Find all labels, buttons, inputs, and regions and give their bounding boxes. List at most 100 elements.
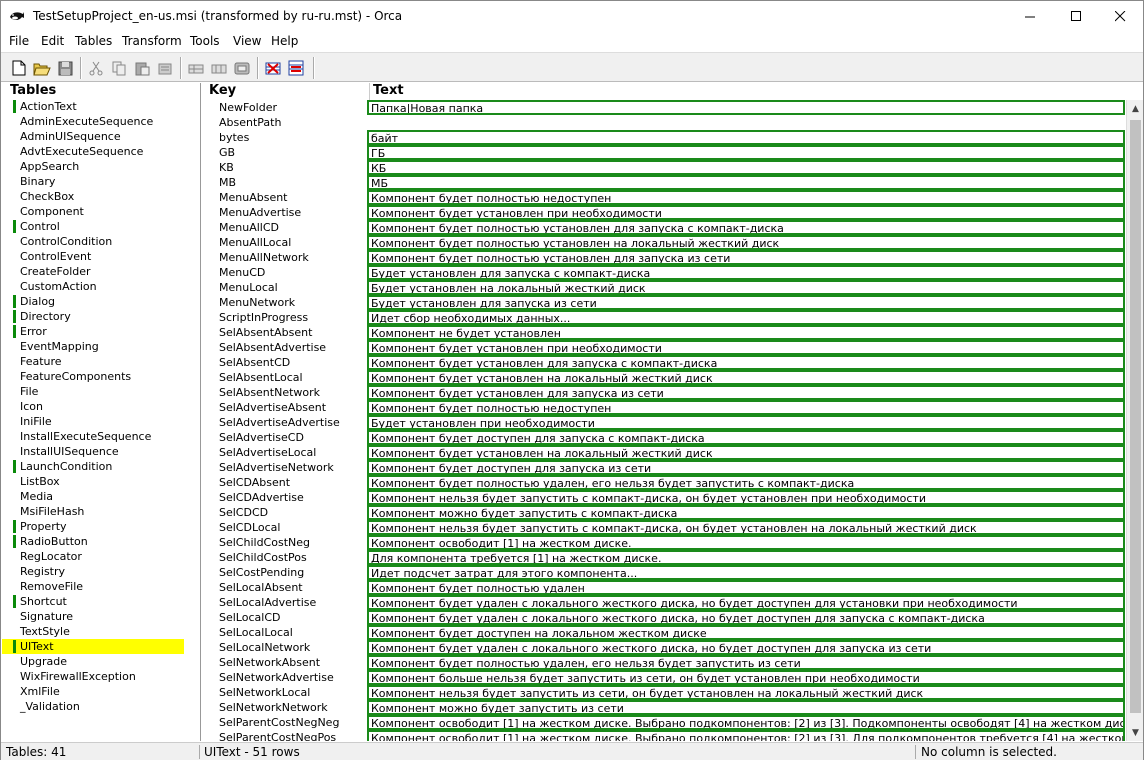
vertical-scrollbar[interactable]: ▲ ▼ xyxy=(1126,100,1143,741)
table-list-item[interactable]: RemoveFile xyxy=(2,579,184,594)
table-row[interactable]: SelCDAdvertise Компонент нельзя будет зап… xyxy=(203,490,1125,505)
table-row[interactable]: SelLocalLocal Компонент будет доступен на… xyxy=(203,625,1125,640)
key-cell[interactable]: SelLocalAdvertise xyxy=(219,595,316,610)
table-list-item[interactable]: Registry xyxy=(2,564,184,579)
key-cell[interactable]: SelParentCostNegNeg xyxy=(219,715,339,730)
text-cell[interactable]: Будет установлен для запуска с компакт-д… xyxy=(367,265,1125,280)
key-cell[interactable]: NewFolder xyxy=(219,100,277,115)
table-list-item[interactable]: File xyxy=(2,384,184,399)
text-cell[interactable]: Компонент не будет установлен xyxy=(367,325,1125,340)
table-row[interactable]: KB КБ xyxy=(203,160,1125,175)
menu-view[interactable]: View xyxy=(233,34,261,48)
table-row[interactable]: MenuLocal Будет установлен на локальный ж… xyxy=(203,280,1125,295)
table-list-item[interactable]: CustomAction xyxy=(2,279,184,294)
text-cell[interactable]: Компонент больше нельзя будет запустить … xyxy=(367,670,1125,685)
table-list-item[interactable]: CreateFolder xyxy=(2,264,184,279)
table-list-item[interactable]: InstallUISequence xyxy=(2,444,184,459)
menu-help[interactable]: Help xyxy=(271,34,298,48)
maximize-button[interactable] xyxy=(1053,1,1099,32)
text-cell[interactable]: Компонент будет доступен на локальном же… xyxy=(367,625,1125,640)
text-cell[interactable]: Компонент будет полностью установлен на … xyxy=(367,235,1125,250)
scroll-down-arrow-icon[interactable]: ▼ xyxy=(1127,724,1143,741)
table-list-item[interactable]: Icon xyxy=(2,399,184,414)
table-list-item[interactable]: RegLocator xyxy=(2,549,184,564)
table-list-item[interactable]: Dialog xyxy=(2,294,184,309)
table-row[interactable]: MB МБ xyxy=(203,175,1125,190)
table-row[interactable]: MenuAllLocal Компонент будет полностью ус… xyxy=(203,235,1125,250)
delete-button[interactable] xyxy=(156,59,174,77)
text-cell[interactable]: Компонент будет полностью удален, его не… xyxy=(367,475,1125,490)
table-list-item[interactable]: AppSearch xyxy=(2,159,184,174)
table-list-item[interactable]: ControlCondition xyxy=(2,234,184,249)
menu-transform[interactable]: Transform xyxy=(122,34,182,48)
text-cell[interactable]: Компонент будет установлен при необходим… xyxy=(367,205,1125,220)
key-cell[interactable]: MenuLocal xyxy=(219,280,278,295)
text-cell[interactable]: ГБ xyxy=(367,145,1125,160)
text-cell[interactable]: Компонент будет установлен для запуска и… xyxy=(367,385,1125,400)
table-row[interactable]: SelNetworkNetwork Компонент можно будет з… xyxy=(203,700,1125,715)
text-cell[interactable]: Компонент нельзя будет запустить из сети… xyxy=(367,685,1125,700)
table-row[interactable]: SelParentCostNegPos Компонент освободит [… xyxy=(203,730,1125,741)
table-list-item[interactable]: RadioButton xyxy=(2,534,184,549)
table-list-item[interactable]: AdminExecuteSequence xyxy=(2,114,184,129)
text-cell[interactable]: Идет сбор необходимых данных... xyxy=(367,310,1125,325)
key-cell[interactable]: SelAdvertiseNetwork xyxy=(219,460,334,475)
table-row[interactable]: SelAbsentCD Компонент будет установлен дл… xyxy=(203,355,1125,370)
key-cell[interactable]: SelCostPending xyxy=(219,565,304,580)
key-cell[interactable]: SelAbsentNetwork xyxy=(219,385,320,400)
text-cell[interactable]: Компонент будет установлен на локальный … xyxy=(367,445,1125,460)
table-list-item[interactable]: XmlFile xyxy=(2,684,184,699)
table-list-item[interactable]: LaunchCondition xyxy=(2,459,184,474)
key-cell[interactable]: KB xyxy=(219,160,234,175)
key-cell[interactable]: SelParentCostNegPos xyxy=(219,730,336,741)
table-row[interactable]: SelAdvertiseAbsent Компонент будет полнос… xyxy=(203,400,1125,415)
text-cell[interactable]: Компонент можно будет запустить из сети xyxy=(367,700,1125,715)
text-cell[interactable]: Компонент можно будет запустить с компак… xyxy=(367,505,1125,520)
key-cell[interactable]: SelCDAdvertise xyxy=(219,490,304,505)
key-cell[interactable]: MenuAllNetwork xyxy=(219,250,309,265)
text-cell[interactable]: Компонент будет удален с локального жест… xyxy=(367,640,1125,655)
key-cell[interactable]: MB xyxy=(219,175,236,190)
key-cell[interactable]: SelNetworkAbsent xyxy=(219,655,320,670)
key-cell[interactable]: SelLocalAbsent xyxy=(219,580,303,595)
table-row[interactable]: SelNetworkAdvertise Компонент больше нель… xyxy=(203,670,1125,685)
table-row[interactable]: SelAdvertiseNetwork Компонент будет досту… xyxy=(203,460,1125,475)
key-cell[interactable]: SelAbsentCD xyxy=(219,355,290,370)
table-row[interactable]: SelLocalNetwork Компонент будет удален с … xyxy=(203,640,1125,655)
table-row[interactable]: ScriptInProgress Идет сбор необходимых да… xyxy=(203,310,1125,325)
text-cell[interactable]: Папка|Новая папка xyxy=(367,100,1125,115)
table-row[interactable]: GB ГБ xyxy=(203,145,1125,160)
key-cell[interactable]: SelCDCD xyxy=(219,505,268,520)
text-cell[interactable]: Компонент будет установлен при необходим… xyxy=(367,340,1125,355)
key-cell[interactable]: SelAdvertiseAbsent xyxy=(219,400,326,415)
table-row[interactable]: NewFolder Папка|Новая папка xyxy=(203,100,1125,115)
table-row[interactable]: SelCDLocal Компонент нельзя будет запусти… xyxy=(203,520,1125,535)
open-button[interactable] xyxy=(33,59,51,77)
text-cell[interactable]: Компонент освободит [1] на жестком диске… xyxy=(367,535,1125,550)
key-cell[interactable]: MenuNetwork xyxy=(219,295,295,310)
key-cell[interactable]: MenuAdvertise xyxy=(219,205,301,220)
text-cell[interactable]: Компонент нельзя будет запустить с компа… xyxy=(367,490,1125,505)
table-row[interactable]: MenuNetwork Будет установлен для запуска … xyxy=(203,295,1125,310)
table-row[interactable]: MenuAbsent Компонент будет полностью недо… xyxy=(203,190,1125,205)
table-row[interactable]: MenuAllNetwork Компонент будет полностью … xyxy=(203,250,1125,265)
key-cell[interactable]: MenuAbsent xyxy=(219,190,288,205)
table-row[interactable]: SelAdvertiseAdvertise Будет установлен пр… xyxy=(203,415,1125,430)
key-cell[interactable]: SelNetworkLocal xyxy=(219,685,310,700)
text-cell[interactable]: КБ xyxy=(367,160,1125,175)
menu-tools[interactable]: Tools xyxy=(190,34,220,48)
table-list-item[interactable]: Upgrade xyxy=(2,654,184,669)
table-list-item[interactable]: Directory xyxy=(2,309,184,324)
text-cell[interactable] xyxy=(367,115,1125,130)
table-row[interactable]: MenuAllCD Компонент будет полностью устан… xyxy=(203,220,1125,235)
key-cell[interactable]: SelAdvertiseLocal xyxy=(219,445,316,460)
text-cell[interactable]: Будет установлен на локальный жесткий ди… xyxy=(367,280,1125,295)
table-row[interactable]: SelAbsentAbsent Компонент не будет устано… xyxy=(203,325,1125,340)
key-cell[interactable]: SelCDAbsent xyxy=(219,475,290,490)
table-row[interactable]: AbsentPath xyxy=(203,115,1125,130)
table-row[interactable]: SelChildCostNeg Компонент освободит [1] н… xyxy=(203,535,1125,550)
table-row[interactable]: SelLocalAbsent Компонент будет полностью … xyxy=(203,580,1125,595)
table-row[interactable]: SelCostPending Идет подсчет затрат для эт… xyxy=(203,565,1125,580)
menu-edit[interactable]: Edit xyxy=(41,34,64,48)
table-list-item[interactable]: WixFirewallException xyxy=(2,669,184,684)
